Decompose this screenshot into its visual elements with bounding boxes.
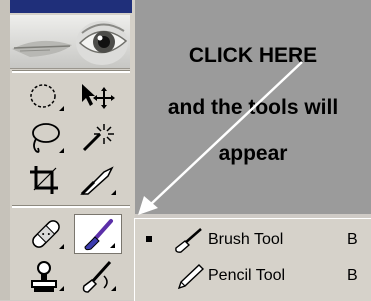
more-tools-indicator (59, 244, 64, 249)
instruction-panel: CLICK HERE and the tools will appear (135, 0, 371, 214)
magic-wand-tool[interactable] (74, 118, 122, 158)
move-arrow-icon (82, 84, 115, 109)
instruction-line-2: and the tools will (167, 96, 339, 119)
flyout-item-pencil-tool[interactable]: Pencil Tool B (135, 259, 371, 291)
pencil-icon (177, 264, 205, 290)
toolbox-title-bar[interactable] (10, 0, 132, 13)
eye-logo-icon (12, 21, 128, 65)
brush-icon (84, 219, 113, 251)
magic-wand-icon (82, 124, 114, 152)
selected-bullet-icon (146, 236, 152, 242)
instruction-line-1: CLICK HERE (188, 44, 318, 67)
more-tools-indicator (59, 148, 64, 153)
slice-tool[interactable] (74, 160, 122, 200)
flyout-item-shortcut: B (347, 267, 358, 284)
flyout-item-label: Pencil Tool (208, 267, 286, 284)
history-brush-tool[interactable] (74, 256, 122, 296)
brush-tool-flyout-menu: Brush Tool B Pencil Tool B (134, 218, 371, 301)
clone-stamp-tool[interactable] (22, 256, 70, 296)
more-tools-indicator (110, 243, 115, 248)
toolbox-divider (12, 70, 130, 73)
elliptical-marquee-tool[interactable] (22, 76, 70, 116)
move-tool[interactable] (74, 76, 122, 116)
flyout-item-label: Brush Tool (208, 231, 284, 248)
more-tools-indicator (59, 286, 64, 291)
flyout-item-brush-tool[interactable]: Brush Tool B (135, 223, 371, 255)
toolbox (0, 0, 135, 300)
brush-icon (175, 228, 202, 253)
lasso-tool[interactable] (22, 118, 70, 158)
toolbox-edge (0, 0, 10, 300)
flyout-item-shortcut: B (347, 231, 358, 248)
toolbox-divider (12, 205, 130, 208)
more-tools-indicator (111, 190, 116, 195)
crop-tool[interactable] (22, 160, 70, 200)
healing-brush-tool[interactable] (22, 214, 70, 254)
instruction-line-3: appear (218, 142, 288, 165)
more-tools-indicator (111, 286, 116, 291)
crop-icon (30, 166, 58, 194)
toolbox-logo[interactable] (10, 15, 130, 69)
more-tools-indicator (59, 106, 64, 111)
brush-tool[interactable] (74, 214, 122, 254)
